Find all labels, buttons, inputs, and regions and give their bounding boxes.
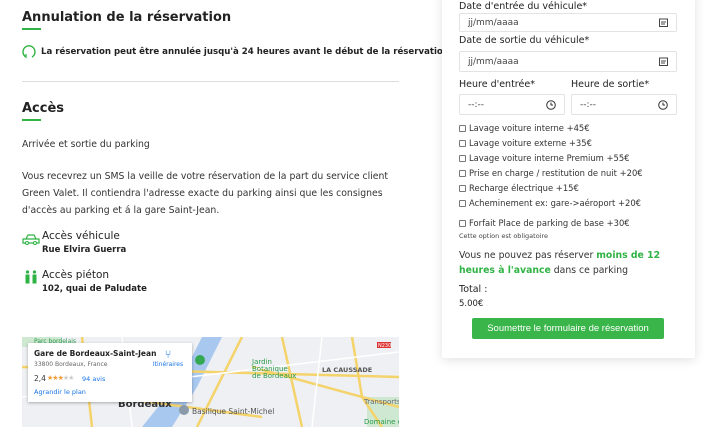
rating-stars: ★★★★★ [47, 374, 74, 382]
option-checkbox[interactable]: Recharge électrique +15€ [459, 183, 579, 193]
total-label: Total : [459, 284, 488, 295]
exit-date-label: Date de sortie du véhicule* [459, 35, 590, 46]
option-label: Lavage voiture externe +35€ [469, 138, 592, 148]
vehicle-access-address: Rue Elvira Guerra [42, 245, 127, 255]
option-label: Acheminement ex: gare->aéroport +20€ [469, 198, 642, 208]
checkbox[interactable] [459, 139, 466, 147]
directions-icon: ⑂ [164, 348, 172, 361]
option-checkbox[interactable]: Acheminement ex: gare->aéroport +20€ [459, 198, 641, 208]
option-checkbox[interactable]: Lavage voiture interne +45€ [459, 123, 590, 133]
rating-value: 2,4 [34, 374, 46, 383]
placeholder: --:-- [468, 100, 485, 110]
checkbox[interactable] [459, 199, 466, 207]
advance-notice: Vous ne pouvez pas réserver moins de 12 … [459, 248, 684, 278]
option-label: Prise en charge / restitution de nuit +2… [469, 168, 643, 178]
cancellation-title: Annulation de la réservation [22, 10, 232, 25]
place-address: 33800 Bordeaux, France [34, 361, 108, 368]
submit-button[interactable]: Soumettre le formulaire de réservation [472, 318, 664, 339]
map-label: LA CAUSSADE [322, 366, 372, 374]
entry-time-input[interactable]: --:-- [459, 94, 565, 115]
option-label: Lavage voiture interne +45€ [469, 123, 590, 133]
placeholder: --:-- [580, 100, 597, 110]
access-title: Accès [22, 101, 65, 116]
calendar-icon [659, 18, 668, 27]
map-label: de Bordeaux [252, 372, 296, 380]
place-card: Gare de Bordeaux-Saint-Jean 33800 Bordea… [28, 343, 192, 402]
entry-date-input[interactable]: jj/mm/aaaa [459, 13, 677, 32]
access-subtitle: Arrivée et sortie du parking [22, 139, 150, 150]
directions-button[interactable]: ⑂ Itinéraires [152, 348, 184, 368]
entry-date-label: Date d'entrée du véhicule* [459, 1, 588, 12]
refresh-icon [22, 45, 36, 59]
reviews-link[interactable]: 94 avis [82, 375, 105, 383]
clock-icon [546, 100, 556, 110]
option-checkbox[interactable]: Prise en charge / restitution de nuit +2… [459, 168, 643, 178]
placeholder: jj/mm/aaaa [468, 18, 519, 28]
calendar-icon [659, 57, 668, 66]
option-label: Recharge électrique +15€ [469, 183, 579, 193]
divider [22, 81, 399, 82]
option-checkbox[interactable]: Lavage voiture externe +35€ [459, 138, 592, 148]
option-label: Lavage voiture interne Premium +55€ [469, 153, 630, 163]
directions-label: Itinéraires [152, 361, 184, 368]
base-option-checkbox[interactable]: Forfait Place de parking de base +30€ [459, 218, 630, 228]
clock-icon [658, 100, 668, 110]
map-label: N230 [378, 343, 391, 349]
map-label: Transports [363, 398, 399, 406]
cancellation-text: La réservation peut être annulée jusqu'à… [41, 47, 453, 57]
enlarge-map-link[interactable]: Agrandir le plan [34, 388, 86, 396]
access-description: Vous recevrez un SMS la veille de votre … [22, 171, 389, 216]
option-label: Forfait Place de parking de base +30€ [469, 218, 630, 228]
checkbox[interactable] [459, 169, 466, 177]
place-name: Gare de Bordeaux-Saint-Jean [34, 349, 157, 358]
map-label: Domaine de [364, 418, 399, 426]
checkbox[interactable] [459, 219, 466, 227]
exit-time-label: Heure de sortie* [571, 79, 650, 90]
exit-time-input[interactable]: --:-- [571, 94, 677, 115]
exit-date-input[interactable]: jj/mm/aaaa [459, 51, 677, 72]
option-checkbox[interactable]: Lavage voiture interne Premium +55€ [459, 153, 630, 163]
entry-time-label: Heure d'entrée* [459, 79, 535, 90]
checkbox[interactable] [459, 154, 466, 162]
pedestrian-access-address: 102, quai de Paludate [42, 284, 147, 294]
notice-text: dans ce parking [550, 265, 629, 276]
title-underline [22, 119, 41, 121]
checkbox[interactable] [459, 124, 466, 132]
title-underline [22, 28, 41, 30]
map-label: Basilique Saint-Michel [192, 407, 274, 416]
car-icon [22, 234, 40, 245]
total-value: 5.00€ [459, 299, 484, 309]
checkbox[interactable] [459, 184, 466, 192]
base-option-note: Cette option est obligatoire [459, 232, 549, 240]
notice-text: Vous ne pouvez pas réserver [459, 250, 597, 261]
placeholder: jj/mm/aaaa [468, 57, 519, 67]
pedestrian-icon [25, 270, 37, 284]
